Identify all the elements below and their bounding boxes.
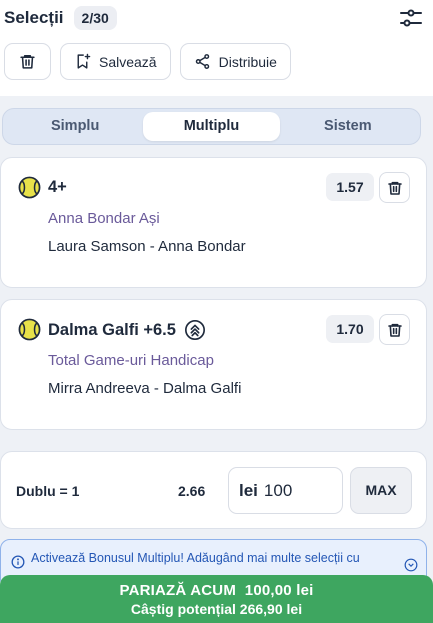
bet-type-label: Dublu = 1 [16, 483, 80, 499]
trash-icon [387, 181, 402, 195]
bonus-text: Activează Bonusul Multiplu! Adăugând mai… [31, 551, 360, 565]
share-icon [195, 54, 209, 69]
bet-type-tabs: Simplu Multiplu Sistem [2, 108, 421, 145]
share-button[interactable]: Distribuie [179, 43, 291, 80]
selection-odds: 1.70 [326, 315, 374, 343]
trash-icon [387, 323, 402, 337]
chevron-down-icon [404, 558, 418, 572]
selection-count-badge: 2/30 [73, 6, 117, 30]
tab-simplu[interactable]: Simplu [7, 112, 143, 141]
selection-name: Dalma Galfi +6.5 [48, 319, 206, 341]
stake-input[interactable]: lei 100 [228, 467, 343, 514]
selection-card: 4+ 1.57 Anna Bondar Ași Laura Samson - A… [0, 157, 427, 288]
currency-label: lei [239, 480, 258, 500]
remove-selection-button[interactable] [379, 172, 410, 203]
max-stake-button[interactable]: MAX [350, 467, 412, 514]
info-icon [11, 555, 25, 569]
stake-row: Dublu = 1 2.66 lei 100 MAX [0, 451, 427, 529]
selection-match: Mirra Andreeva - Dalma Galfi [48, 380, 242, 397]
page-title: Selecții [4, 8, 64, 27]
total-odds: 2.66 [178, 483, 206, 499]
title-row: Selecții 2/30 [4, 4, 117, 32]
tennis-ball-icon [18, 318, 41, 341]
bookmark-add-icon [77, 53, 91, 69]
slip-actions: Salvează Distribuie [4, 43, 291, 80]
clear-slip-button[interactable] [4, 43, 51, 80]
bet-slip-header: Selecții 2/30 Salvează Distribuie [0, 0, 433, 96]
share-label: Distribuie [218, 53, 277, 70]
tab-sistem[interactable]: Sistem [280, 112, 416, 141]
selection-name: 4+ [48, 178, 67, 196]
save-button[interactable]: Salvează [60, 43, 171, 80]
tennis-ball-icon [18, 176, 41, 199]
selection-odds: 1.57 [326, 173, 374, 201]
trash-icon [20, 55, 35, 69]
selection-card: Dalma Galfi +6.5 1.70 Total Game-uri Han… [0, 299, 427, 430]
save-label: Salvează [99, 53, 157, 70]
potential-winnings: Câștig potențial 266,90 lei [130, 601, 303, 617]
stake-value: 100 [263, 480, 293, 500]
selection-market: Anna Bondar Ași [48, 210, 160, 227]
place-bet-label: PARIAZĂ ACUM 100,00 lei [119, 582, 314, 599]
boost-icon [184, 320, 205, 340]
selection-market: Total Game-uri Handicap [48, 352, 214, 369]
tab-multiplu[interactable]: Multiplu [143, 112, 280, 141]
sliders-icon[interactable] [399, 6, 423, 30]
remove-selection-button[interactable] [379, 314, 410, 345]
place-bet-button[interactable]: PARIAZĂ ACUM 100,00 lei Câștig potențial… [0, 575, 433, 623]
selection-match: Laura Samson - Anna Bondar [48, 238, 246, 255]
